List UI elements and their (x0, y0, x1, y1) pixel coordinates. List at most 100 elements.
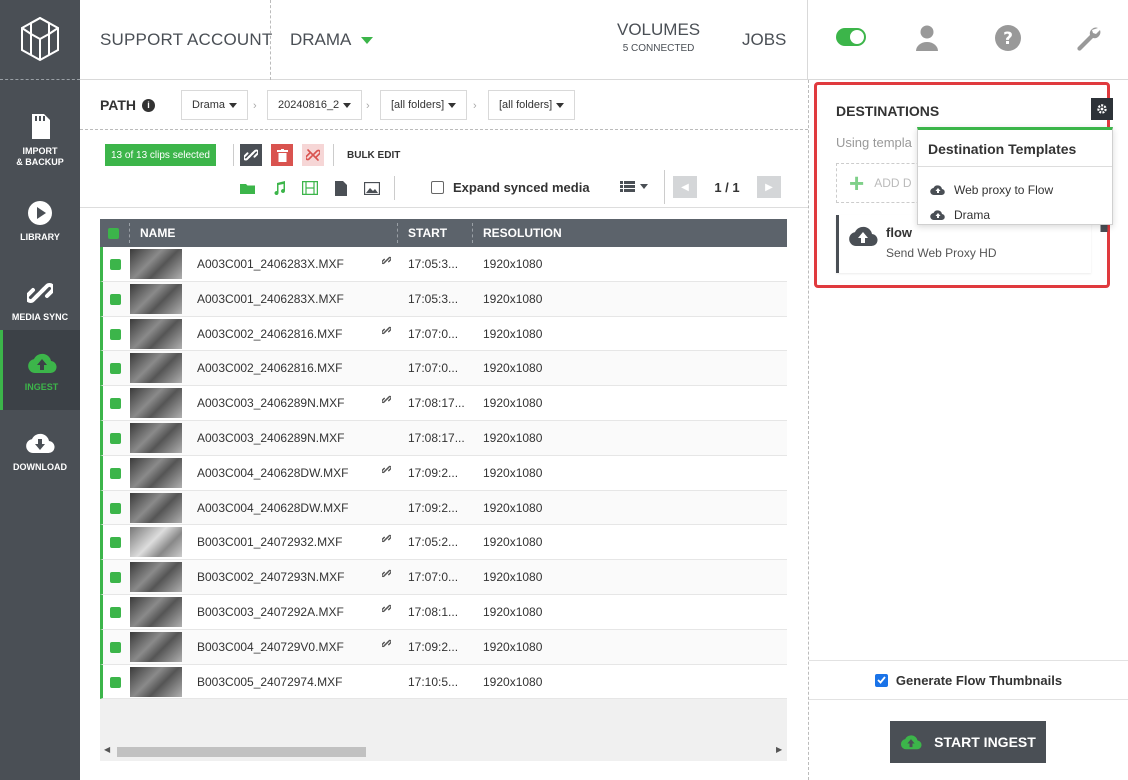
audio-icon[interactable] (271, 180, 287, 196)
row-checkbox[interactable] (110, 328, 121, 340)
clip-start: 17:05:2... (408, 535, 459, 550)
volumes-button[interactable]: VOLUMES 5 CONNECTED (617, 20, 700, 54)
nav-import-backup[interactable]: IMPORT & BACKUP (0, 100, 80, 180)
menu-item-drama[interactable]: Drama (930, 208, 990, 222)
wrench-icon[interactable] (1074, 24, 1102, 52)
row-checkbox[interactable] (110, 432, 121, 444)
clip-resolution: 1920x1080 (483, 465, 543, 480)
cloud-download-icon (25, 428, 55, 458)
chevron-right-icon: › (473, 100, 477, 112)
app-logo[interactable] (0, 0, 80, 80)
table-row[interactable]: A003C001_2406283X.MXF 17:05:3... 1920x1080 (100, 281, 787, 317)
toolbar-divider (664, 170, 665, 204)
view-mode-button[interactable] (620, 181, 648, 192)
clip-thumbnail (130, 422, 182, 453)
destination-templates-menu: Destination Templates Web proxy to Flow … (917, 127, 1113, 225)
destinations-panel: DESTINATIONS Using templa + ADD D flow S… (809, 80, 1128, 780)
column-name[interactable]: NAME (140, 219, 175, 247)
bulk-edit-button[interactable]: BULK EDIT (347, 150, 400, 161)
start-ingest-button[interactable]: START INGEST (890, 721, 1046, 763)
info-icon[interactable]: i (142, 98, 156, 112)
film-icon[interactable] (302, 180, 318, 196)
link-icon (244, 149, 258, 161)
online-toggle[interactable] (836, 28, 866, 46)
clip-name: A003C001_2406283X.MXF (197, 257, 344, 271)
row-checkbox[interactable] (110, 398, 121, 410)
clip-start: 17:09:2... (408, 465, 459, 480)
scrollbar-thumb[interactable] (117, 747, 366, 757)
unlink-button[interactable] (302, 144, 324, 166)
table-row[interactable]: A003C002_24062816.MXF 17:07:0... 1920x1080 (100, 316, 787, 352)
selection-badge[interactable]: 13 of 13 clips selected (105, 144, 216, 166)
nav-label: INGEST (24, 381, 59, 392)
row-checkbox[interactable] (110, 502, 121, 514)
table-row[interactable]: A003C003_2406289N.MXF 17:08:17... 1920x108… (100, 386, 787, 421)
row-checkbox[interactable] (110, 641, 121, 653)
row-checkbox[interactable] (110, 606, 121, 618)
clip-resolution: 1920x1080 (483, 639, 543, 654)
folder-icon[interactable] (240, 180, 256, 196)
chevron-down-icon (556, 102, 565, 108)
breadcrumb-volume[interactable]: 20240816_2 (267, 90, 363, 120)
expand-synced-checkbox[interactable] (431, 181, 444, 194)
breadcrumb-project[interactable]: Drama (181, 90, 249, 120)
help-icon[interactable]: ? (994, 24, 1022, 52)
trash-icon (276, 148, 288, 162)
nav-library[interactable]: LIBRARY (0, 180, 80, 260)
account-name[interactable]: SUPPORT ACCOUNT (100, 30, 272, 50)
table-row[interactable]: A003C001_2406283X.MXF 17:05:3... 1920x1080 (100, 247, 787, 282)
row-checkbox[interactable] (110, 467, 121, 479)
generate-thumbnails-checkbox[interactable] (874, 673, 888, 687)
table-row[interactable]: B003C002_2407293N.MXF 17:07:0... 1920x1080 (100, 560, 787, 595)
row-checkbox[interactable] (110, 293, 121, 305)
table-row[interactable]: B003C005_24072974.MXF 17:10:5... 1920x1080 (100, 664, 787, 700)
table-row[interactable]: A003C004_240628DW.MXF 17:09:2... 1920x1080 (100, 490, 787, 526)
scroll-right-icon: ▶ (776, 745, 783, 754)
toolbar-divider (233, 144, 234, 166)
project-selector[interactable]: DRAMA (290, 30, 374, 50)
expand-synced-toggle[interactable]: Expand synced media (431, 180, 590, 195)
select-all-checkbox[interactable] (108, 219, 119, 247)
user-icon[interactable] (913, 24, 941, 52)
link-clips-button[interactable] (240, 144, 262, 166)
table-row[interactable]: A003C004_240628DW.MXF 17:09:2... 1920x1080 (100, 455, 787, 491)
pagination: ◀ 1 / 1 ▶ (673, 176, 781, 198)
table-row[interactable]: B003C004_240729V0.MXF 17:09:2... 1920x1080 (100, 629, 787, 665)
chevron-right-icon: › (366, 100, 370, 112)
document-icon[interactable] (333, 180, 349, 196)
cloud-upload-icon (901, 735, 922, 750)
destination-settings-button[interactable] (1091, 98, 1113, 120)
delete-button[interactable] (271, 144, 293, 166)
column-start[interactable]: START (408, 219, 447, 247)
row-checkbox[interactable] (110, 572, 121, 584)
breadcrumb-folder-1[interactable]: [all folders] (380, 90, 468, 120)
row-checkbox[interactable] (110, 537, 121, 549)
cloud-upload-icon (930, 185, 945, 196)
page-indicator: 1 / 1 (714, 179, 740, 195)
breadcrumb-folder-2[interactable]: [all folders] (488, 90, 576, 120)
row-checkbox[interactable] (110, 363, 121, 375)
table-row[interactable]: B003C001_24072932.MXF 17:05:2... 1920x1080 (100, 525, 787, 561)
horizontal-scrollbar[interactable]: ◀ ▶ (100, 742, 787, 760)
table-row[interactable]: A003C002_24062816.MXF 17:07:0... 1920x1080 (100, 351, 787, 387)
row-checkbox[interactable] (110, 676, 121, 688)
generate-thumbnails-toggle[interactable]: Generate Flow Thumbnails (809, 660, 1128, 700)
nav-ingest[interactable]: INGEST (0, 330, 80, 410)
image-icon[interactable] (364, 180, 380, 196)
unlink-icon (306, 149, 320, 161)
menu-item-web-proxy[interactable]: Web proxy to Flow (930, 183, 1053, 197)
cloud-upload-icon (27, 348, 57, 378)
nav-label: DOWNLOAD (13, 461, 67, 472)
prev-page-button[interactable]: ◀ (673, 176, 697, 198)
table-row[interactable]: B003C003_2407292A.MXF 17:08:1... 1920x1080 (100, 594, 787, 630)
column-resolution[interactable]: RESOLUTION (483, 219, 562, 247)
clip-name: B003C005_24072974.MXF (197, 674, 343, 689)
row-checkbox[interactable] (110, 259, 121, 270)
nav-download[interactable]: DOWNLOAD (0, 410, 80, 490)
cloud-upload-icon (849, 226, 878, 247)
jobs-button[interactable]: JOBS (742, 30, 786, 50)
nav-label: IMPORT & BACKUP (16, 146, 64, 167)
table-row[interactable]: A003C003_2406289N.MXF 17:08:17... 1920x108… (100, 420, 787, 456)
next-page-button[interactable]: ▶ (757, 176, 781, 198)
nav-media-sync[interactable]: MEDIA SYNC (0, 260, 80, 340)
